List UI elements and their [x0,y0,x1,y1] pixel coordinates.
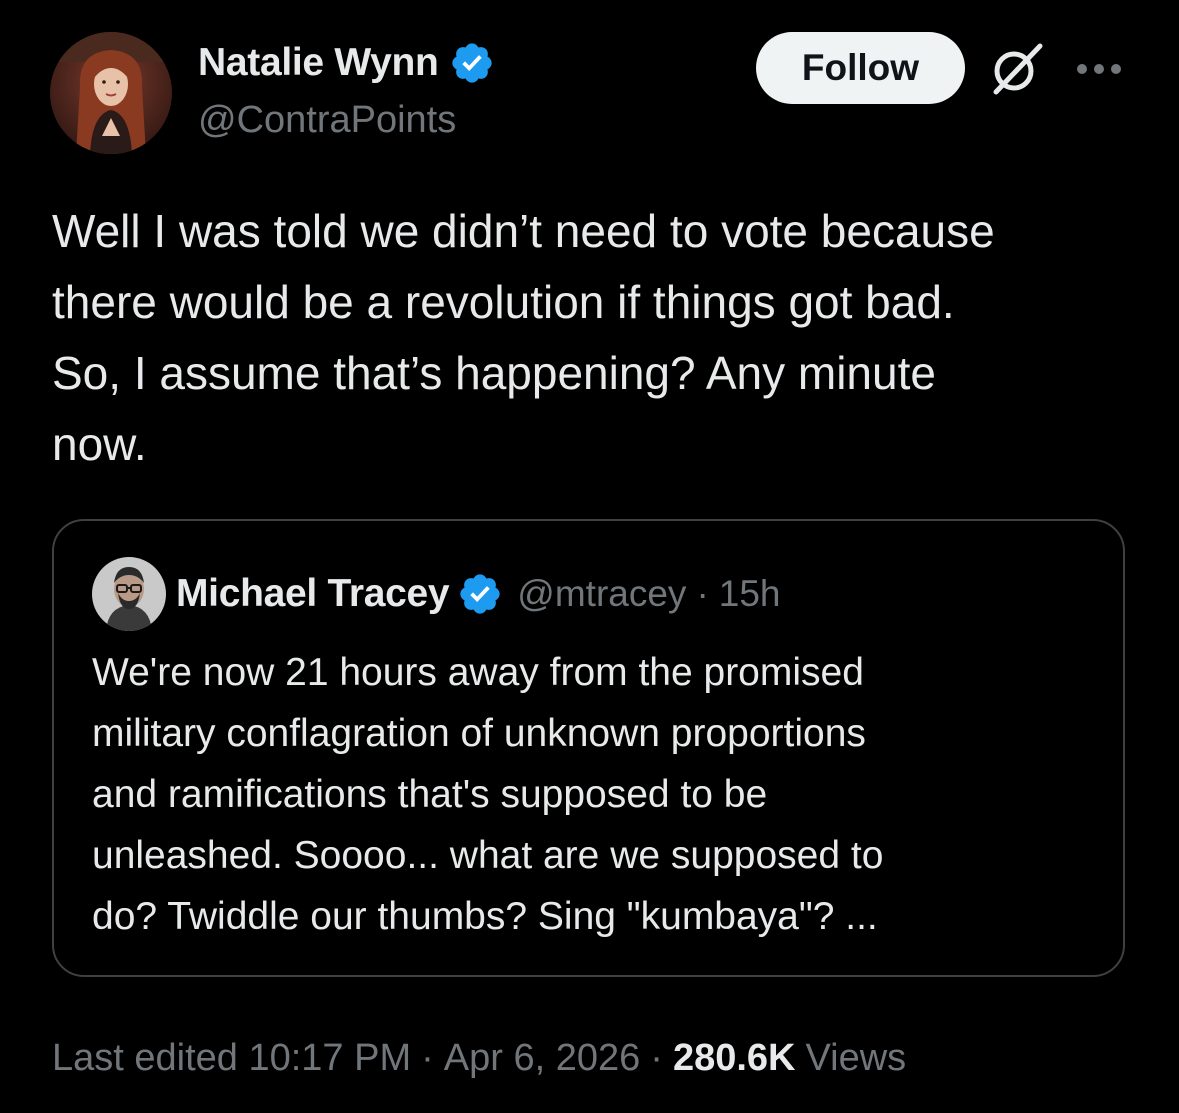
more-options-icon[interactable] [1074,54,1124,84]
tweet-date[interactable]: Apr 6, 2026 [444,1037,640,1080]
views-label: Views [805,1036,907,1079]
quote-text-line: and ramifications that's supposed to be [92,773,768,816]
views-count[interactable]: 280.6K [673,1037,796,1080]
verified-badge-icon[interactable] [449,40,495,86]
avatar-photo [50,32,172,154]
tweet-text-line: there would be a revolution if things go… [52,276,955,328]
last-edited-timestamp[interactable]: Last edited 10:17 PM [52,1037,411,1080]
tweet-meta-row: Last edited 10:17 PM · Apr 6, 2026 · 280… [52,1030,906,1086]
quote-author-handle[interactable]: @mtracey [517,573,686,615]
grok-icon[interactable] [988,40,1046,98]
quote-header: Michael Tracey @mtracey · 15h [176,569,781,619]
author-name[interactable]: Natalie Wynn [198,41,439,85]
tweet-text-line: So, I assume that’s happening? Any minut… [52,347,936,399]
tweet-text-line: now. [52,418,147,470]
tweet-text-line: Well I was told we didn’t need to vote b… [52,205,995,257]
meta-separator: · [650,1036,663,1079]
quote-author-name[interactable]: Michael Tracey [176,572,450,616]
quote-avatar-photo [92,557,166,631]
meta-separator: · [421,1036,434,1079]
quote-text-line: We're now 21 hours away from the promise… [92,651,864,694]
author-avatar[interactable] [50,32,172,154]
quote-text-line: military conflagration of unknown propor… [92,712,866,755]
quote-timestamp[interactable]: 15h [719,573,781,615]
author-name-row: Natalie Wynn [198,38,495,88]
quote-text-line: do? Twiddle our thumbs? Sing "kumbaya"? … [92,895,878,938]
tweet-text: Well I was told we didn’t need to vote b… [52,196,1152,480]
quote-text: We're now 21 hours away from the promise… [92,642,1102,947]
quote-separator: · [696,573,709,614]
quote-author-avatar[interactable] [92,557,166,631]
verified-badge-icon[interactable] [457,571,503,617]
author-handle[interactable]: @ContraPoints [198,99,456,142]
quoted-tweet-card[interactable]: Michael Tracey @mtracey · 15h We're now … [52,519,1125,977]
quote-text-line: unleashed. Soooo... what are we supposed… [92,834,884,877]
follow-button[interactable]: Follow [756,32,965,104]
